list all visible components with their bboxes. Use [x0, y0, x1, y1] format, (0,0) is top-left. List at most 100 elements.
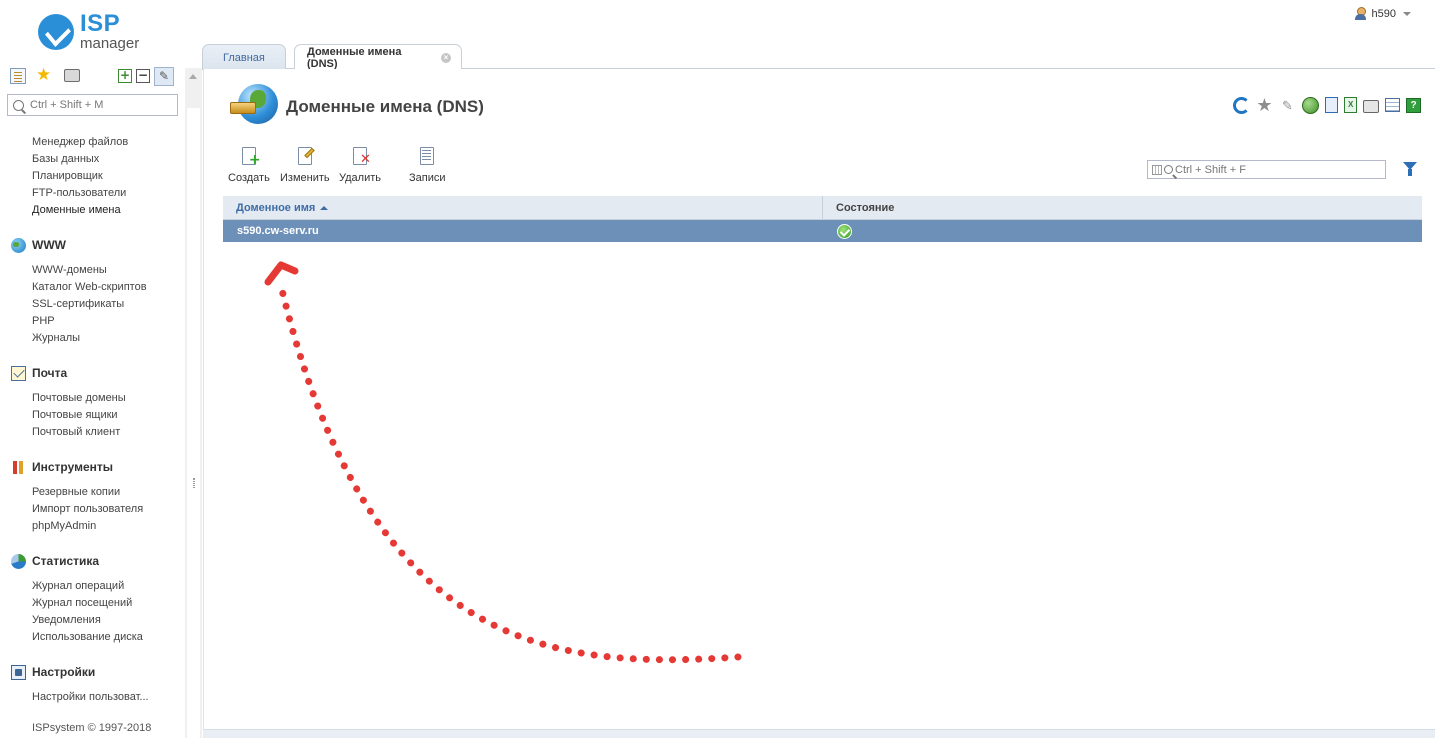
expand-all-icon[interactable]: + — [118, 69, 132, 83]
domain-cell: s590.cw-serv.ru — [237, 225, 319, 237]
status-cell — [823, 220, 1422, 242]
column-domain-name[interactable]: Доменное имя — [223, 196, 823, 219]
edit-button[interactable]: Изменить — [280, 145, 330, 184]
sidebar-toolbar: ★ + − ✎ — [8, 66, 180, 86]
column-domain-name-label: Доменное имя — [236, 201, 316, 214]
edit-icon — [295, 145, 315, 167]
sidebar-item-www-domains[interactable]: WWW-домены — [32, 264, 107, 276]
table-row[interactable]: s590.cw-serv.ru — [223, 220, 1422, 242]
menu-search-input[interactable]: Ctrl + Shift + M — [7, 94, 178, 116]
isp-manager-logo[interactable]: ISP manager — [38, 10, 158, 56]
sidebar-section-settings[interactable]: Настройки — [11, 664, 95, 680]
sidebar-item-disk-usage[interactable]: Использование диска — [32, 631, 143, 643]
globe-icon — [11, 237, 26, 253]
domains-table: Доменное имя Состояние s590.cw-serv.ru — [223, 196, 1422, 242]
logo-mark-icon — [38, 14, 74, 50]
sidebar-item-logs[interactable]: Журналы — [32, 332, 80, 344]
delete-icon: ✕ — [350, 145, 371, 167]
column-status[interactable]: Состояние — [823, 196, 1422, 219]
section-title-statistics: Статистика — [32, 554, 100, 568]
excel-icon[interactable] — [1344, 97, 1357, 113]
star-icon[interactable]: ★ — [1256, 96, 1273, 114]
help-icon[interactable]: ? — [1406, 97, 1421, 113]
sidebar-item-scheduler[interactable]: Планировщик — [32, 170, 103, 182]
settings-icon — [11, 664, 26, 680]
table-settings-icon[interactable] — [1385, 98, 1400, 112]
filter-funnel-icon[interactable] — [1403, 162, 1417, 176]
tools-icon — [11, 460, 26, 475]
status-bar — [203, 729, 1435, 738]
filter-input[interactable]: Ctrl + Shift + F — [1147, 160, 1386, 179]
dns-globe-icon — [230, 84, 278, 130]
grid-icon — [1152, 164, 1162, 175]
tab-dns[interactable]: Доменные имена (DNS) × — [294, 44, 462, 71]
search-icon — [1164, 165, 1173, 174]
section-title-tools: Инструменты — [32, 460, 114, 474]
sidebar-item-web-scripts[interactable]: Каталог Web-скриптов — [32, 281, 147, 293]
page-actions: ★ ✎ ? — [1233, 96, 1421, 114]
logo-text-isp: ISP — [80, 10, 121, 37]
mail-icon — [11, 365, 26, 381]
document-icon[interactable] — [1325, 97, 1338, 113]
column-status-label: Состояние — [836, 201, 895, 214]
close-icon[interactable]: × — [441, 53, 451, 63]
globe-icon[interactable] — [1302, 96, 1319, 114]
scrollbar-thumb[interactable] — [187, 108, 200, 738]
collapse-all-icon[interactable]: − — [136, 69, 150, 83]
sidebar-section-statistics[interactable]: Статистика — [11, 553, 99, 569]
search-icon — [13, 99, 24, 111]
records-button[interactable]: Записи — [409, 145, 446, 184]
splitter-grip-icon[interactable] — [193, 478, 195, 488]
edit-label: Изменить — [280, 172, 330, 184]
status-ok-icon — [837, 223, 852, 239]
sidebar-item-file-manager[interactable]: Менеджер файлов — [32, 136, 128, 148]
copyright: ISPsystem © 1997-2018 — [32, 722, 152, 734]
delete-label: Удалить — [339, 172, 381, 184]
sidebar-item-ssl[interactable]: SSL-сертификаты — [32, 298, 124, 310]
sidebar-item-mailboxes[interactable]: Почтовые ящики — [32, 409, 118, 421]
tree-view-icon[interactable] — [10, 68, 26, 84]
delete-button[interactable]: ✕ Удалить — [339, 145, 381, 184]
favorites-star-icon[interactable]: ★ — [36, 66, 52, 83]
sidebar-item-user-settings[interactable]: Настройки пользоват... — [32, 691, 149, 703]
sidebar-item-mail-domains[interactable]: Почтовые домены — [32, 392, 126, 404]
sidebar-item-mail-client[interactable]: Почтовый клиент — [32, 426, 120, 438]
user-menu[interactable]: h590 — [1354, 6, 1411, 22]
sidebar-item-notifications[interactable]: Уведомления — [32, 614, 101, 626]
refresh-icon[interactable] — [1233, 96, 1250, 114]
sidebar-item-ftp-users[interactable]: FTP-пользователи — [32, 187, 126, 199]
sidebar-item-php[interactable]: PHP — [32, 315, 55, 327]
sidebar-scrollbar[interactable] — [185, 68, 202, 738]
sidebar-item-databases[interactable]: Базы данных — [32, 153, 99, 165]
sidebar-item-visits-log[interactable]: Журнал посещений — [32, 597, 132, 609]
tab-home[interactable]: Главная — [202, 44, 286, 70]
chevron-down-icon — [1403, 12, 1411, 16]
pin-icon[interactable]: ✎ — [154, 67, 174, 86]
print-icon[interactable] — [1363, 100, 1379, 113]
scroll-up-icon[interactable] — [189, 74, 197, 79]
sidebar-item-domain-names[interactable]: Доменные имена — [32, 204, 121, 216]
create-button[interactable]: + Создать — [228, 145, 270, 184]
section-title-settings: Настройки — [32, 665, 96, 679]
statistics-icon — [11, 553, 26, 569]
user-name: h590 — [1371, 8, 1396, 20]
logo-text-manager: manager — [80, 35, 140, 52]
pin-icon[interactable]: ✎ — [1279, 97, 1296, 114]
sidebar-section-tools[interactable]: Инструменты — [11, 459, 113, 475]
sidebar-item-operations-log[interactable]: Журнал операций — [32, 580, 124, 592]
table-header: Доменное имя Состояние — [223, 196, 1422, 220]
tab-bar: Главная Доменные имена (DNS) × — [202, 41, 1435, 71]
tab-dns-label: Доменные имена (DNS) — [307, 46, 402, 70]
sidebar-item-user-import[interactable]: Импорт пользователя — [32, 503, 143, 515]
sidebar-section-mail[interactable]: Почта — [11, 365, 67, 381]
filter-placeholder: Ctrl + Shift + F — [1175, 163, 1246, 176]
briefcase-icon[interactable] — [64, 69, 80, 82]
sidebar-section-www[interactable]: WWW — [11, 237, 66, 253]
records-label: Записи — [409, 172, 446, 184]
sidebar-item-phpmyadmin[interactable]: phpMyAdmin — [32, 520, 96, 532]
sidebar-item-backups[interactable]: Резервные копии — [32, 486, 120, 498]
create-icon: + — [239, 145, 261, 167]
page-title: Доменные имена (DNS) — [286, 97, 484, 116]
sort-ascending-icon — [320, 205, 329, 210]
menu-search-placeholder: Ctrl + Shift + M — [30, 99, 104, 111]
